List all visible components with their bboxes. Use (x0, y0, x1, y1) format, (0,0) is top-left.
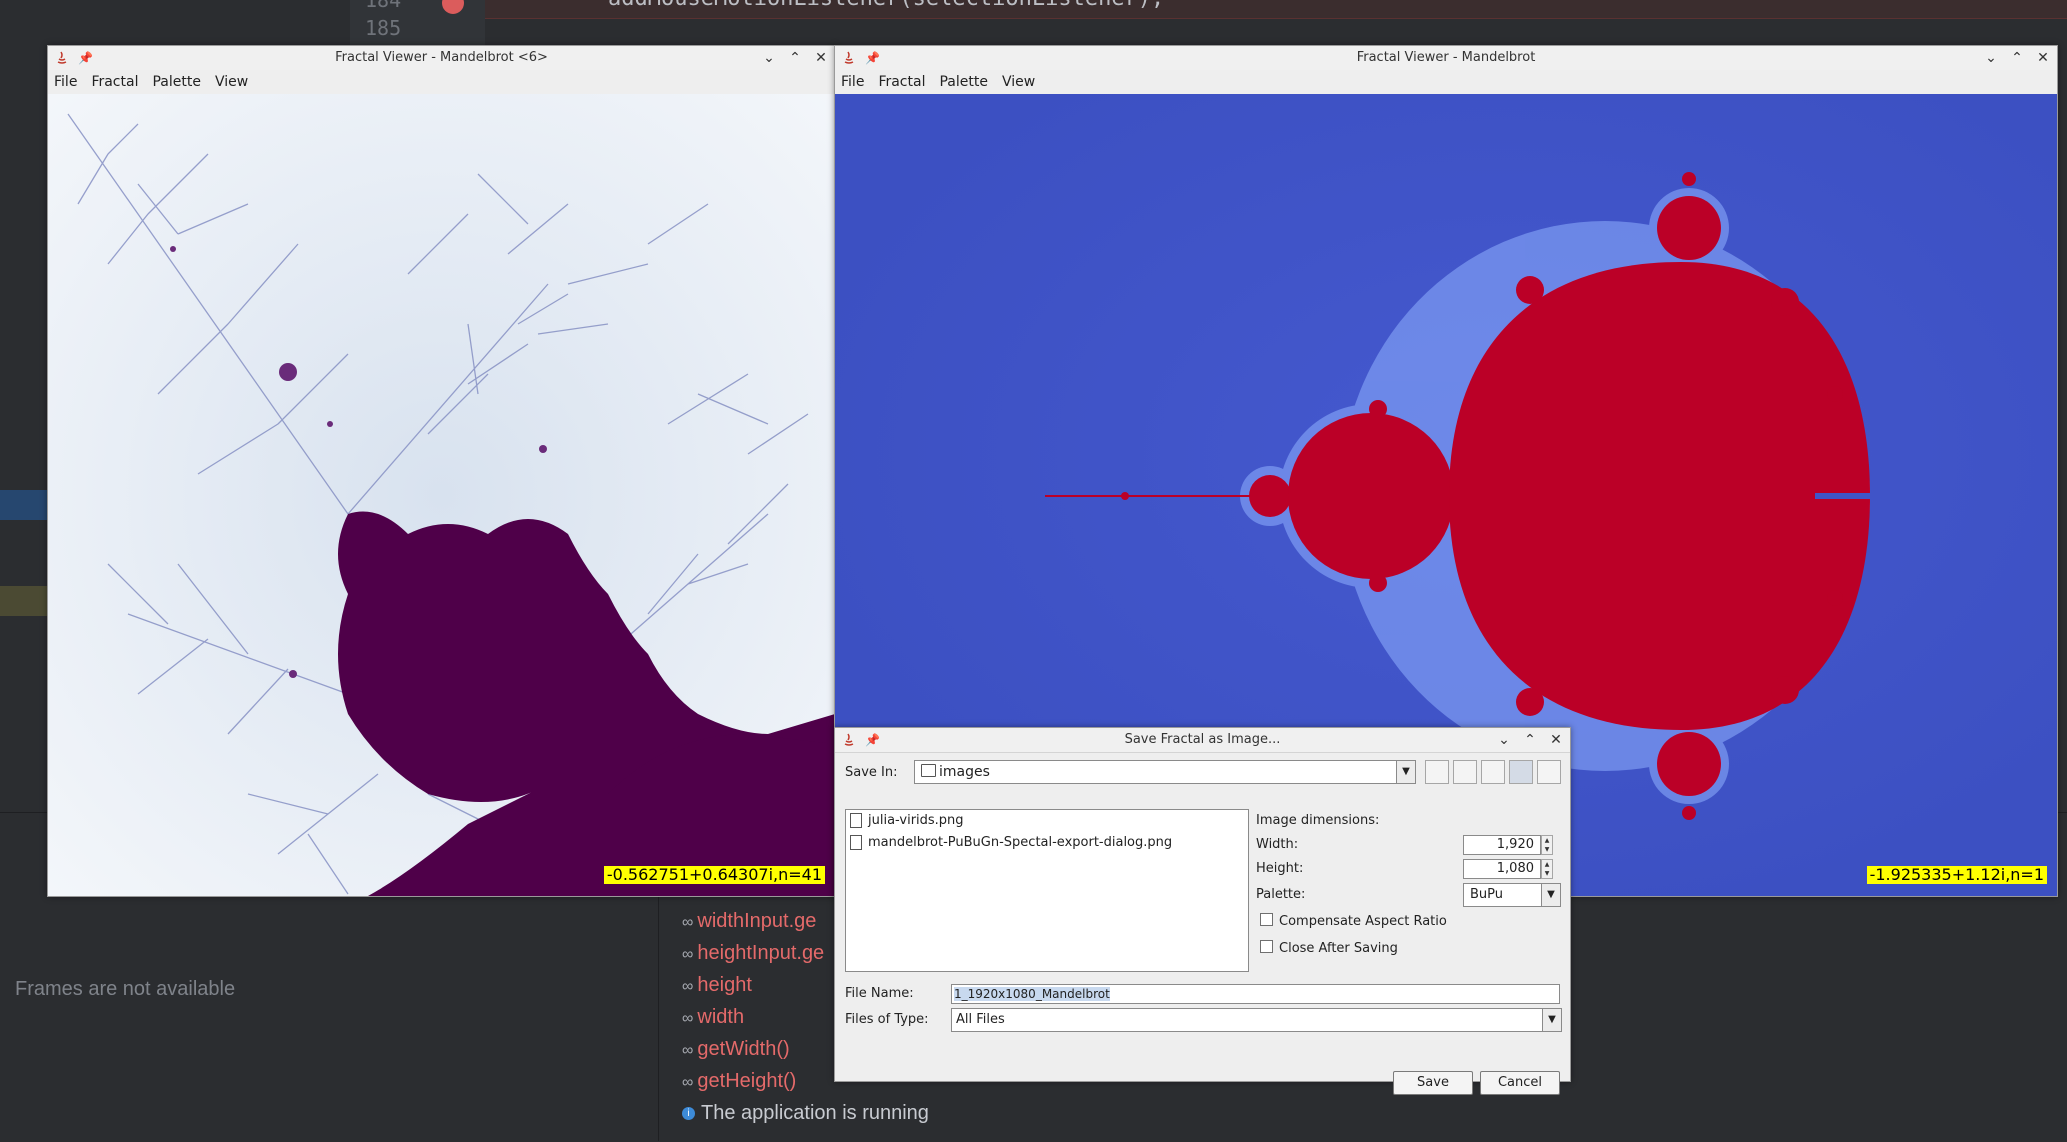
menubar: File Fractal Palette View (835, 70, 2057, 94)
fractal-image (48, 94, 835, 896)
watch-icon: ∞ (682, 1010, 694, 1027)
menu-file[interactable]: File (54, 70, 77, 94)
save-button[interactable]: Save (1393, 1071, 1473, 1095)
file-list[interactable]: julia-virids.png mandelbrot-PuBuGn-Spect… (845, 809, 1249, 972)
variable-name: heightInput.ge (697, 942, 825, 964)
palette-label: Palette: (1256, 887, 1306, 902)
chevron-down-icon: ▼ (1542, 1009, 1561, 1031)
checkbox-box (1260, 913, 1273, 926)
dialog-body: Save In: images ▼ julia-virids.png mande… (835, 753, 1570, 1095)
sidebar-highlight (0, 586, 48, 616)
width-field[interactable]: 1,920 (1463, 835, 1541, 855)
save-dialog: 📌 Save Fractal as Image... ⌄ ⌃ ✕ Save In… (834, 727, 1571, 1095)
chevron-down-icon: ▼ (1396, 761, 1415, 783)
maximize-icon[interactable]: ⌃ (2009, 49, 2025, 67)
details-view-button[interactable] (1537, 760, 1561, 784)
close-after-label: Close After Saving (1279, 941, 1398, 956)
dialog-title: Save Fractal as Image... (1124, 732, 1281, 747)
menubar: File Fractal Palette View (48, 70, 835, 94)
chevron-down-icon: ▼ (1541, 884, 1560, 906)
line-number: 184 (365, 0, 402, 12)
menu-palette[interactable]: Palette (152, 70, 201, 94)
file-name-value: 1_1920x1080_Mandelbrot (954, 987, 1110, 1001)
save-in-combo[interactable]: images ▼ (914, 760, 1416, 784)
minimize-icon[interactable]: ⌄ (1496, 731, 1512, 749)
height-field[interactable]: 1,080 (1463, 859, 1541, 879)
titlebar[interactable]: 📌 Fractal Viewer - Mandelbrot ⌄ ⌃ ✕ (835, 46, 2057, 71)
checkbox-box (1260, 940, 1273, 953)
variable-name: getWidth() (697, 1038, 790, 1060)
maximize-icon[interactable]: ⌃ (787, 49, 803, 67)
height-stepper[interactable]: ▲ ▼ (1541, 859, 1553, 879)
titlebar[interactable]: 📌 Fractal Viewer - Mandelbrot <6> ⌄ ⌃ ✕ (48, 46, 835, 71)
info-icon: i (682, 1107, 695, 1121)
variable-name: getHeight() (697, 1070, 797, 1092)
files-of-type-value: All Files (956, 1012, 1005, 1027)
new-folder-button[interactable] (1481, 760, 1505, 784)
watch-icon: ∞ (682, 978, 694, 995)
minimize-icon[interactable]: ⌄ (1983, 49, 1999, 67)
height-label: Height: (1256, 861, 1304, 876)
menu-view[interactable]: View (1002, 70, 1035, 94)
window-title: Fractal Viewer - Mandelbrot (1356, 50, 1536, 65)
menu-palette[interactable]: Palette (939, 70, 988, 94)
file-name: mandelbrot-PuBuGn-Spectal-export-dialog.… (868, 835, 1173, 850)
save-in-label: Save In: (845, 765, 898, 780)
save-in-value: images (939, 764, 990, 780)
file-name: julia-virids.png (868, 813, 964, 828)
files-of-type-select[interactable]: All Files ▼ (951, 1008, 1562, 1032)
width-stepper[interactable]: ▲ ▼ (1541, 835, 1553, 855)
palette-value: BuPu (1470, 887, 1504, 902)
file-icon (850, 813, 862, 828)
palette-select[interactable]: BuPu ▼ (1463, 883, 1561, 907)
file-item[interactable]: mandelbrot-PuBuGn-Spectal-export-dialog.… (846, 832, 1248, 854)
line-number: 185 (365, 16, 402, 40)
window-title: Fractal Viewer - Mandelbrot <6> (335, 50, 548, 65)
files-of-type-label: Files of Type: (845, 1012, 929, 1027)
list-view-button[interactable] (1509, 760, 1533, 784)
menu-fractal[interactable]: Fractal (91, 70, 138, 94)
up-folder-button[interactable] (1425, 760, 1449, 784)
variable-name: width (697, 1006, 745, 1028)
titlebar[interactable]: 📌 Save Fractal as Image... ⌄ ⌃ ✕ (835, 728, 1570, 753)
frames-message: Frames are not available (15, 978, 236, 1000)
image-dimensions-label: Image dimensions: (1256, 813, 1380, 828)
status-row: i The application is running (682, 1097, 929, 1129)
variable-name: height (697, 974, 752, 996)
menu-view[interactable]: View (215, 70, 248, 94)
menu-file[interactable]: File (841, 70, 864, 94)
maximize-icon[interactable]: ⌃ (1522, 731, 1538, 749)
file-icon (850, 835, 862, 850)
cancel-button[interactable]: Cancel (1480, 1071, 1560, 1095)
watch-icon: ∞ (682, 914, 694, 931)
close-icon[interactable]: ✕ (2035, 49, 2051, 67)
coordinate-readout: -0.562751+0.64307i,n=41 (603, 866, 825, 884)
code-line: addMouseMotionListener(selectionListener… (608, 0, 1164, 11)
watch-icon: ∞ (682, 1042, 694, 1059)
close-after-checkbox[interactable]: Close After Saving (1260, 940, 1398, 956)
coordinate-readout: -1.925335+1.12i,n=1 (1866, 866, 2047, 884)
close-icon[interactable]: ✕ (1548, 731, 1564, 749)
file-name-label: File Name: (845, 986, 914, 1001)
file-name-field[interactable]: 1_1920x1080_Mandelbrot (951, 984, 1560, 1004)
folder-icon (921, 764, 936, 777)
sidebar-selection (0, 490, 48, 520)
watch-icon: ∞ (682, 946, 694, 963)
fractal-canvas[interactable]: -0.562751+0.64307i,n=41 (48, 94, 835, 896)
watch-icon: ∞ (682, 1074, 694, 1091)
minimize-icon[interactable]: ⌄ (761, 49, 777, 67)
compensate-checkbox[interactable]: Compensate Aspect Ratio (1260, 913, 1447, 929)
file-item[interactable]: julia-virids.png (846, 810, 1248, 832)
close-icon[interactable]: ✕ (813, 49, 829, 67)
fractal-window-julia-zoom: 📌 Fractal Viewer - Mandelbrot <6> ⌄ ⌃ ✕ … (47, 45, 836, 897)
status-text: The application is running (701, 1102, 929, 1124)
variable-name: widthInput.ge (697, 910, 817, 932)
home-button[interactable] (1453, 760, 1477, 784)
menu-fractal[interactable]: Fractal (878, 70, 925, 94)
compensate-label: Compensate Aspect Ratio (1279, 914, 1447, 929)
width-label: Width: (1256, 837, 1299, 852)
